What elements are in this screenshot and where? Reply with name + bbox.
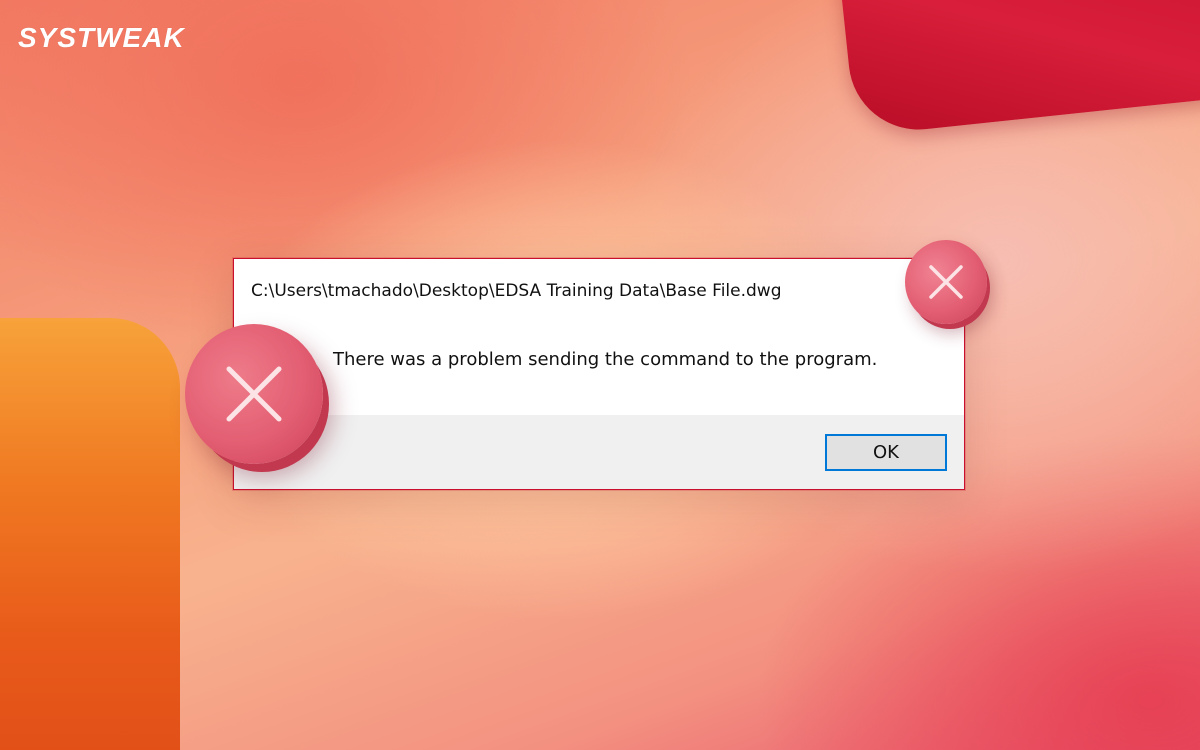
dialog-footer: OK — [234, 415, 964, 489]
close-icon — [929, 265, 963, 299]
error-badge-large — [185, 324, 323, 464]
background-orange-shape — [0, 318, 180, 750]
error-badge-small — [905, 240, 987, 324]
ok-button[interactable]: OK — [825, 434, 947, 471]
close-icon — [226, 366, 282, 422]
logo-text: SYSTWEAK — [18, 22, 185, 53]
error-dialog: C:\Users\tmachado\Desktop\EDSA Training … — [233, 258, 965, 490]
dialog-title: C:\Users\tmachado\Desktop\EDSA Training … — [251, 281, 782, 301]
background-red-shape — [835, 0, 1200, 137]
systweak-logo: SYSTWEAK — [18, 24, 185, 52]
error-message: There was a problem sending the command … — [333, 349, 878, 370]
